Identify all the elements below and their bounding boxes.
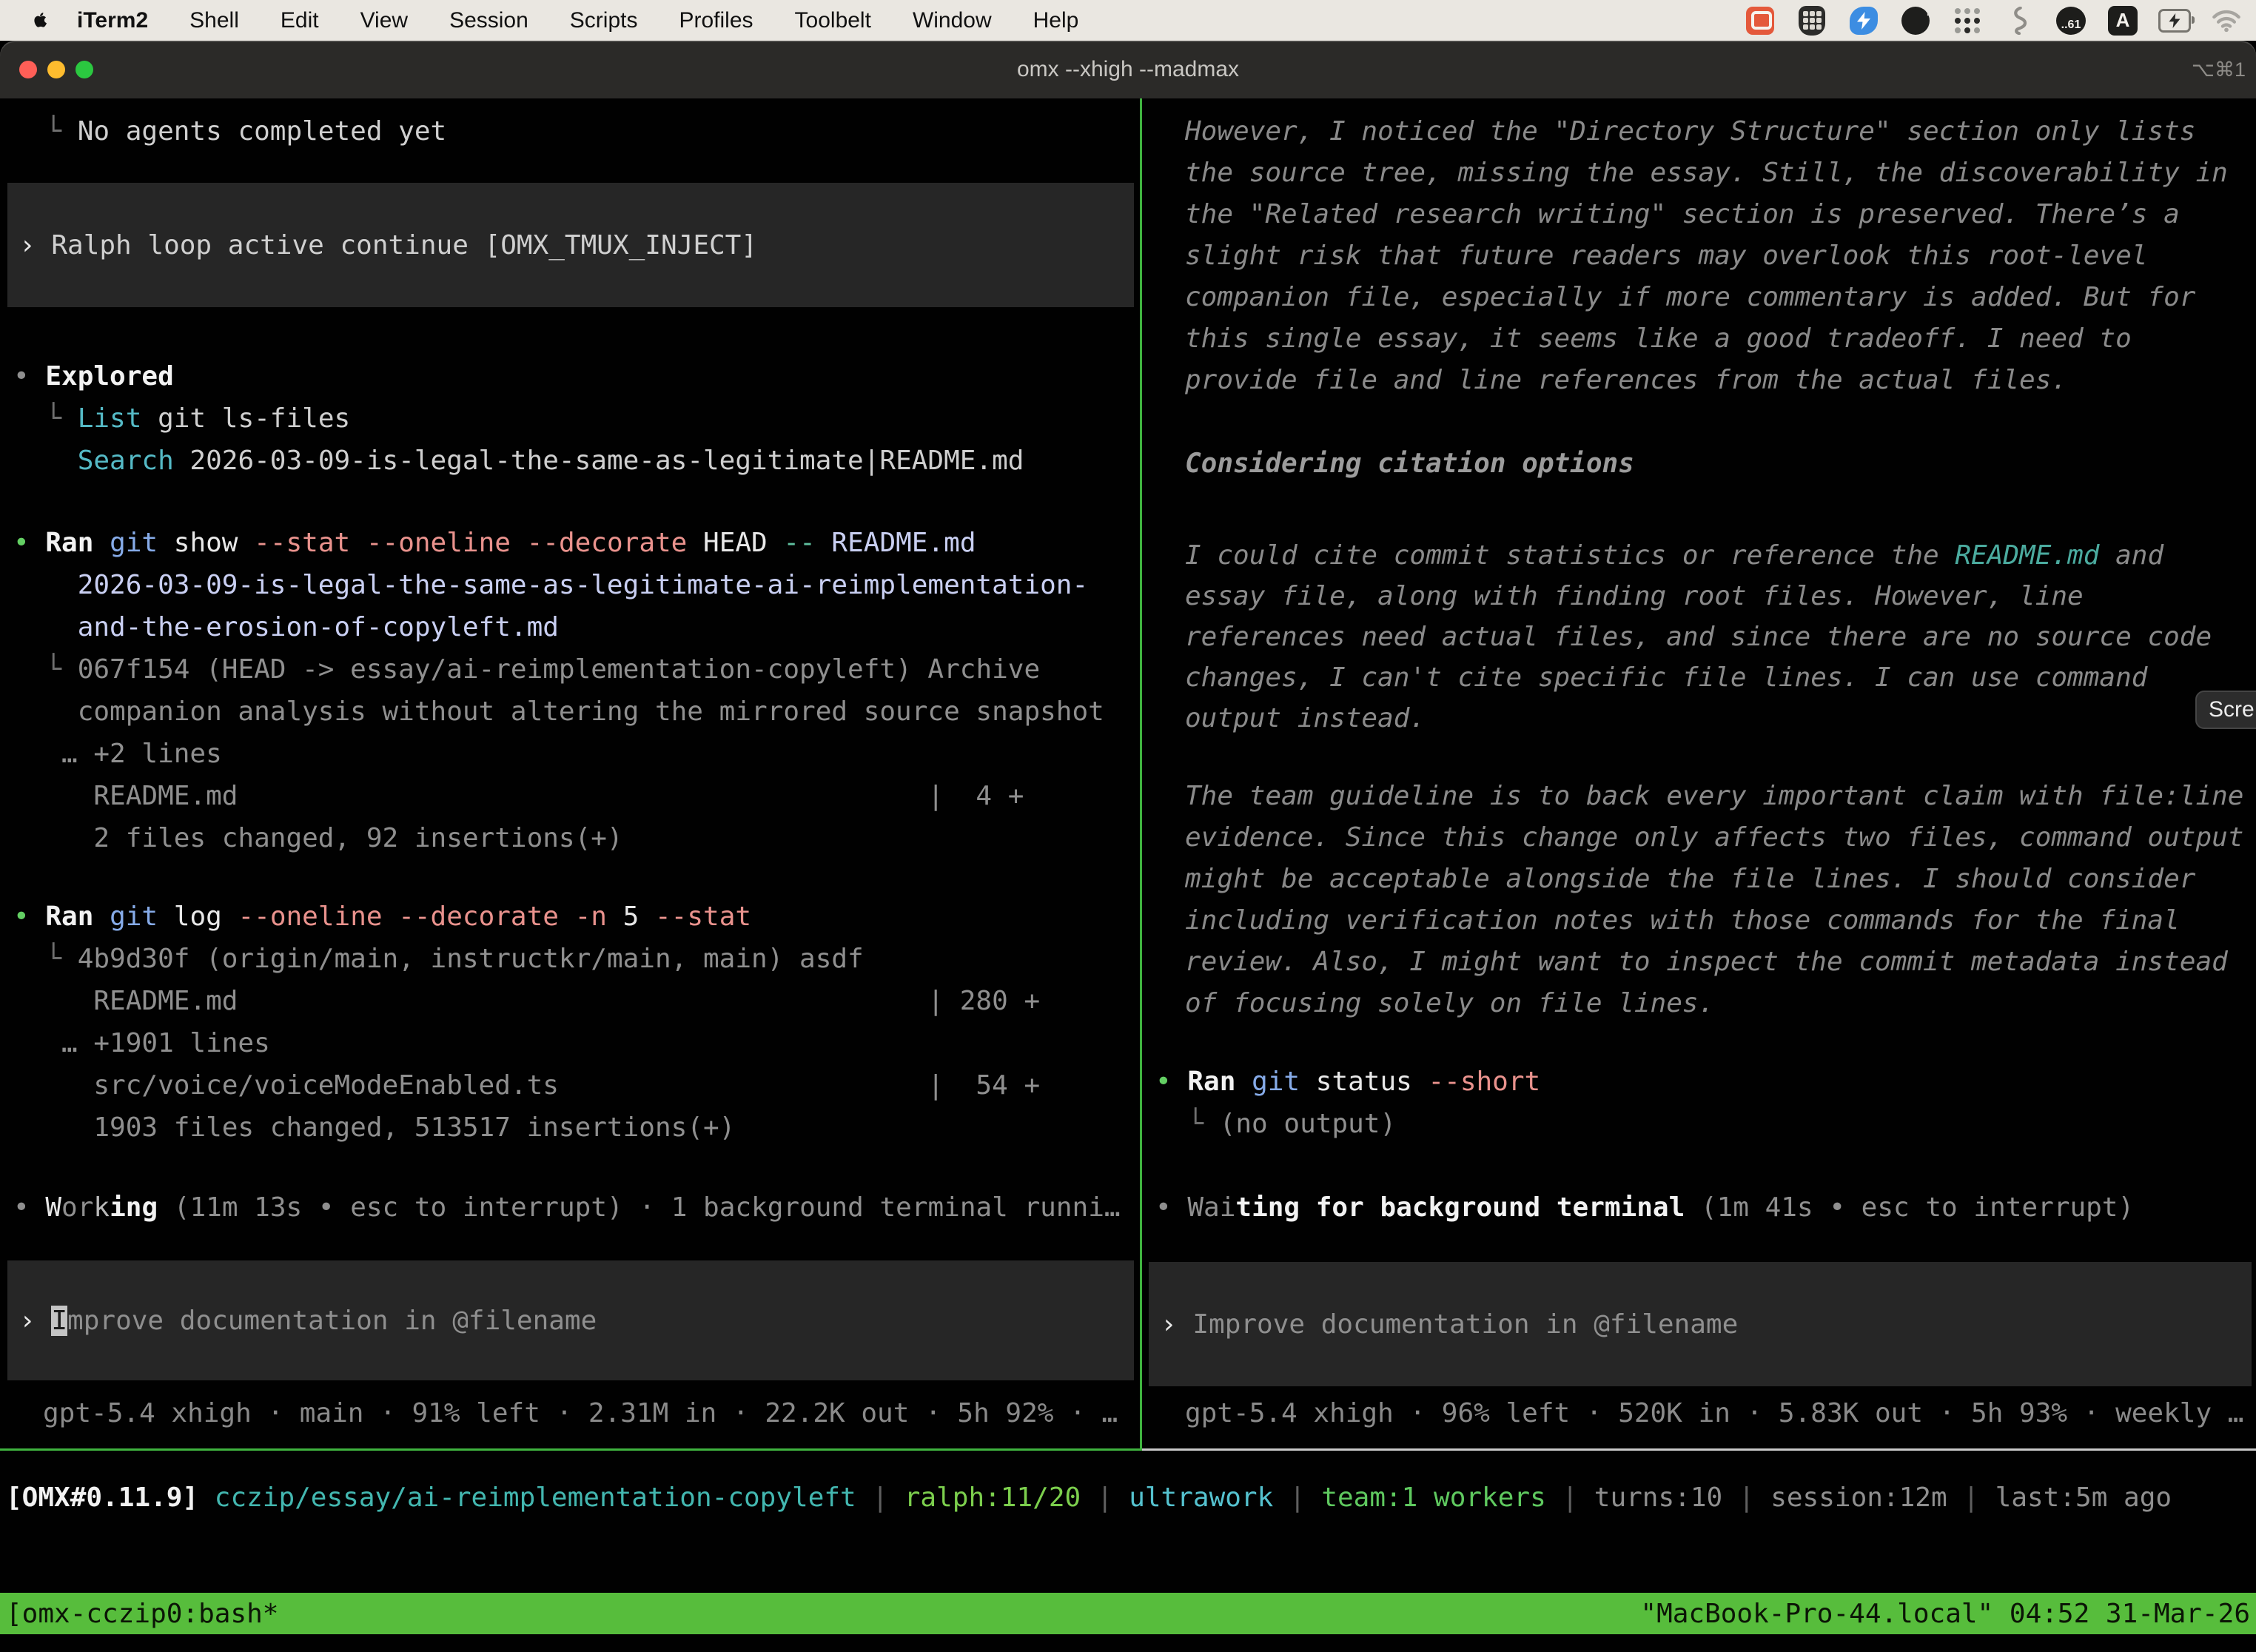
left-explored-block: • Explored └ List git ls-files Search 20… bbox=[13, 355, 1024, 482]
terminal-line: 1903 files changed, 513517 insertions(+) bbox=[13, 1107, 1040, 1149]
terminal-line: I could cite commit statistics or refere… bbox=[1185, 535, 2212, 576]
terminal-line: Search 2026-03-09-is-legal-the-same-as-l… bbox=[13, 440, 1024, 482]
right-session-status-line: gpt-5.4 xhigh · 96% left · 520K in · 5.8… bbox=[1185, 1392, 2243, 1434]
left-no-agents-line: └ No agents completed yet bbox=[13, 110, 446, 152]
dots-grid-icon[interactable] bbox=[1951, 4, 1984, 37]
right-pane-bottom-border bbox=[1142, 1448, 2256, 1451]
chat-app-icon[interactable] bbox=[1744, 4, 1776, 37]
terminal-line: might be acceptable alongside the file l… bbox=[1185, 859, 2243, 900]
terminal-line: • Ran git log --oneline --decorate -n 5 … bbox=[13, 896, 1040, 938]
right-paragraph-1: However, I noticed the "Directory Struct… bbox=[1185, 111, 2228, 401]
terminal-content: └ No agents completed yet › Ralph loop a… bbox=[0, 98, 2256, 1652]
omx-status-line: [OMX#0.11.9] cczip/essay/ai-reimplementa… bbox=[6, 1477, 2172, 1519]
terminal-line: including verification notes with those … bbox=[1185, 900, 2243, 941]
left-working-status-line: • Working (11m 13s • esc to interrupt) ·… bbox=[13, 1186, 1121, 1229]
terminal-line: the source tree, missing the essay. Stil… bbox=[1185, 152, 2228, 194]
terminal-line: README.md | 4 + bbox=[13, 775, 1104, 817]
terminal-line: └ (no output) bbox=[1155, 1103, 1540, 1145]
terminal-line: provide file and line references from th… bbox=[1185, 360, 2228, 401]
right-waiting-status-line: • Waiting for background terminal (1m 41… bbox=[1155, 1186, 2134, 1229]
terminal-line: changes, I can't cite specific file line… bbox=[1185, 657, 2212, 698]
tmux-host-clock-label: "MacBook-Pro-44.local" 04:52 31-Mar-26 bbox=[1640, 1599, 2250, 1629]
right-heading-considering-citations: Considering citation options bbox=[1185, 443, 1634, 485]
badge-61-icon[interactable]: ..61 bbox=[2055, 4, 2087, 37]
terminal-line: … +2 lines bbox=[13, 733, 1104, 775]
bolt-badge-icon[interactable] bbox=[1847, 4, 1880, 37]
menu-bar-status-icons: ..61 A bbox=[1744, 0, 2243, 41]
terminal-line: this single essay, it seems like a good … bbox=[1185, 318, 2228, 360]
right-paragraph-2: I could cite commit statistics or refere… bbox=[1185, 535, 2212, 739]
left-prompt-text: › Improve documentation in @filename bbox=[19, 1300, 597, 1342]
window-title: omx --xhigh --madmax bbox=[0, 41, 2256, 98]
terminal-line: └ 067f154 (HEAD -> essay/ai-reimplementa… bbox=[13, 648, 1104, 691]
left-ran-git-log-block: • Ran git log --oneline --decorate -n 5 … bbox=[13, 896, 1040, 1149]
terminal-line: output instead. bbox=[1185, 698, 2212, 739]
shield-grid-icon[interactable] bbox=[1796, 4, 1828, 37]
terminal-line: 2 files changed, 92 insertions(+) bbox=[13, 817, 1104, 859]
wifi-icon[interactable] bbox=[2210, 4, 2243, 37]
input-source-icon[interactable]: A bbox=[2106, 4, 2139, 37]
terminal-line: evidence. Since this change only affects… bbox=[1185, 817, 2243, 859]
terminal-line: 2026-03-09-is-legal-the-same-as-legitima… bbox=[13, 564, 1104, 606]
pane-divider[interactable] bbox=[1140, 98, 1142, 1451]
terminal-line: companion analysis without altering the … bbox=[13, 691, 1104, 733]
tmux-session-label[interactable]: [omx-cczip0:bash* bbox=[6, 1599, 278, 1629]
terminal-line: and-the-erosion-of-copyleft.md bbox=[13, 606, 1104, 648]
right-ran-git-status-block: • Ran git status --short └ (no output) bbox=[1155, 1061, 1540, 1145]
terminal-line: … +1901 lines bbox=[13, 1022, 1040, 1064]
battery-icon[interactable] bbox=[2158, 4, 2191, 37]
terminal-line: • Ran git show --stat --oneline --decora… bbox=[13, 522, 1104, 564]
terminal-line: the "Related research writing" section i… bbox=[1185, 194, 2228, 235]
ralph-loop-line: › Ralph loop active continue [OMX_TMUX_I… bbox=[19, 224, 757, 266]
terminal-line: • Explored bbox=[13, 355, 1024, 397]
terminal-line: └ List git ls-files bbox=[13, 397, 1024, 440]
left-ralph-inject-box[interactable]: › Ralph loop active continue [OMX_TMUX_I… bbox=[7, 183, 1134, 307]
terminal-line: essay file, along with finding root file… bbox=[1185, 576, 2212, 617]
left-prompt-input[interactable]: › Improve documentation in @filename bbox=[7, 1260, 1134, 1380]
squiggle-icon[interactable] bbox=[2003, 4, 2035, 37]
menu-bar: iTerm2ShellEditViewSessionScriptsProfile… bbox=[0, 0, 2256, 41]
terminal-line: └ 4b9d30f (origin/main, instructkr/main,… bbox=[13, 938, 1040, 980]
right-prompt-text: › Improve documentation in @filename bbox=[1161, 1303, 1738, 1346]
menu-items[interactable]: iTerm2ShellEditViewSessionScriptsProfile… bbox=[77, 8, 1120, 33]
screen-tooltip[interactable]: Scre bbox=[2195, 691, 2256, 729]
terminal-line: companion file, especially if more comme… bbox=[1185, 277, 2228, 318]
terminal-line: README.md | 280 + bbox=[13, 980, 1040, 1022]
window-title-bar: omx --xhigh --madmax ⌥⌘1 bbox=[0, 41, 2256, 98]
right-paragraph-3: The team guideline is to back every impo… bbox=[1185, 776, 2243, 1024]
contrast-icon[interactable] bbox=[1899, 4, 1932, 37]
terminal-line: review. Also, I might want to inspect th… bbox=[1185, 941, 2243, 983]
terminal-line: slight risk that future readers may over… bbox=[1185, 235, 2228, 277]
terminal-line: • Ran git status --short bbox=[1155, 1061, 1540, 1103]
left-ran-git-show-block: • Ran git show --stat --oneline --decora… bbox=[13, 522, 1104, 859]
terminal-line: However, I noticed the "Directory Struct… bbox=[1185, 111, 2228, 152]
terminal-line: src/voice/voiceModeEnabled.ts | 54 + bbox=[13, 1064, 1040, 1107]
terminal-line: of focusing solely on file lines. bbox=[1185, 983, 2243, 1024]
apple-menu-icon[interactable] bbox=[28, 10, 47, 32]
terminal-line: references need actual files, and since … bbox=[1185, 617, 2212, 657]
tmux-status-bar: [omx-cczip0:bash* "MacBook-Pro-44.local"… bbox=[0, 1593, 2256, 1634]
left-pane-bottom-border bbox=[0, 1448, 1140, 1451]
terminal-line: The team guideline is to back every impo… bbox=[1185, 776, 2243, 817]
window-shortcut-badge: ⌥⌘1 bbox=[2192, 41, 2246, 98]
right-prompt-input[interactable]: › Improve documentation in @filename bbox=[1149, 1262, 2252, 1386]
left-session-status-line: gpt-5.4 xhigh · main · 91% left · 2.31M … bbox=[43, 1392, 1118, 1434]
